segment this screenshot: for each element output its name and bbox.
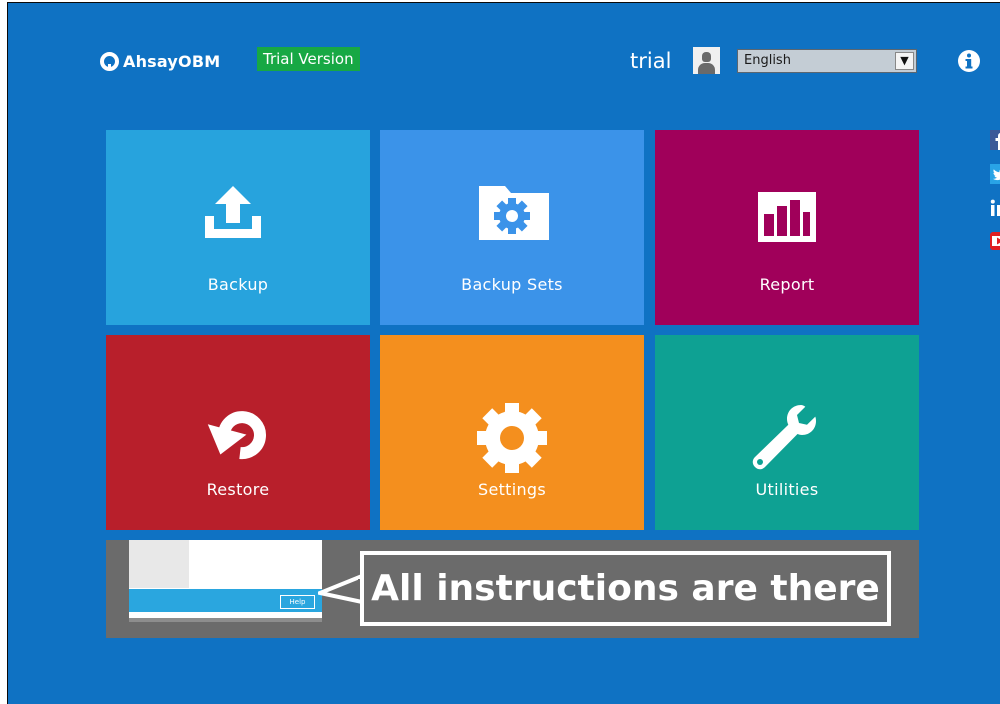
bar-chart-icon [758,192,816,242]
facebook-icon[interactable] [990,130,1000,150]
help-banner[interactable]: Help All instructions are there [106,540,919,638]
language-select[interactable]: English ▼ [737,49,917,73]
logo-icon [100,51,119,71]
tile-settings[interactable]: Settings [380,335,644,530]
tile-backup[interactable]: Backup [106,130,370,325]
tile-settings-label: Settings [477,480,547,499]
username-label: trial [630,49,672,73]
tile-report-label: Report [759,275,815,294]
tile-restore-label: Restore [206,480,270,499]
app-name: AhsayOBM [123,51,221,71]
linkedin-icon[interactable] [990,198,1000,218]
callout-pointer [318,574,364,604]
tile-utilities-label: Utilities [755,480,819,499]
trial-version-badge: Trial Version [257,47,360,71]
chevron-down-icon[interactable]: ▼ [895,52,914,70]
tile-restore[interactable]: Restore [106,335,370,530]
app-window: AhsayOBM Trial Version trial English ▼ B… [0,0,1000,704]
tile-backup-sets[interactable]: Backup Sets [380,130,644,325]
twitter-icon[interactable] [990,164,1000,184]
tile-backup-label: Backup [207,275,269,294]
help-button: Help [280,595,315,609]
language-select-value: English [744,53,791,68]
folder-gear-icon [479,186,549,240]
user-avatar-icon[interactable] [693,47,720,74]
help-callout-text: All instructions are there [371,568,880,609]
restore-icon [207,411,266,460]
gear-icon [477,403,547,473]
app-logo: AhsayOBM [100,49,220,73]
youtube-icon[interactable] [990,231,1000,251]
upload-icon [205,186,261,238]
tile-utilities[interactable]: Utilities [655,335,919,530]
tile-backup-sets-label: Backup Sets [461,275,563,294]
info-icon[interactable] [957,48,981,74]
wrench-icon [752,405,816,470]
tile-report[interactable]: Report [655,130,919,325]
help-callout: All instructions are there [360,551,891,626]
